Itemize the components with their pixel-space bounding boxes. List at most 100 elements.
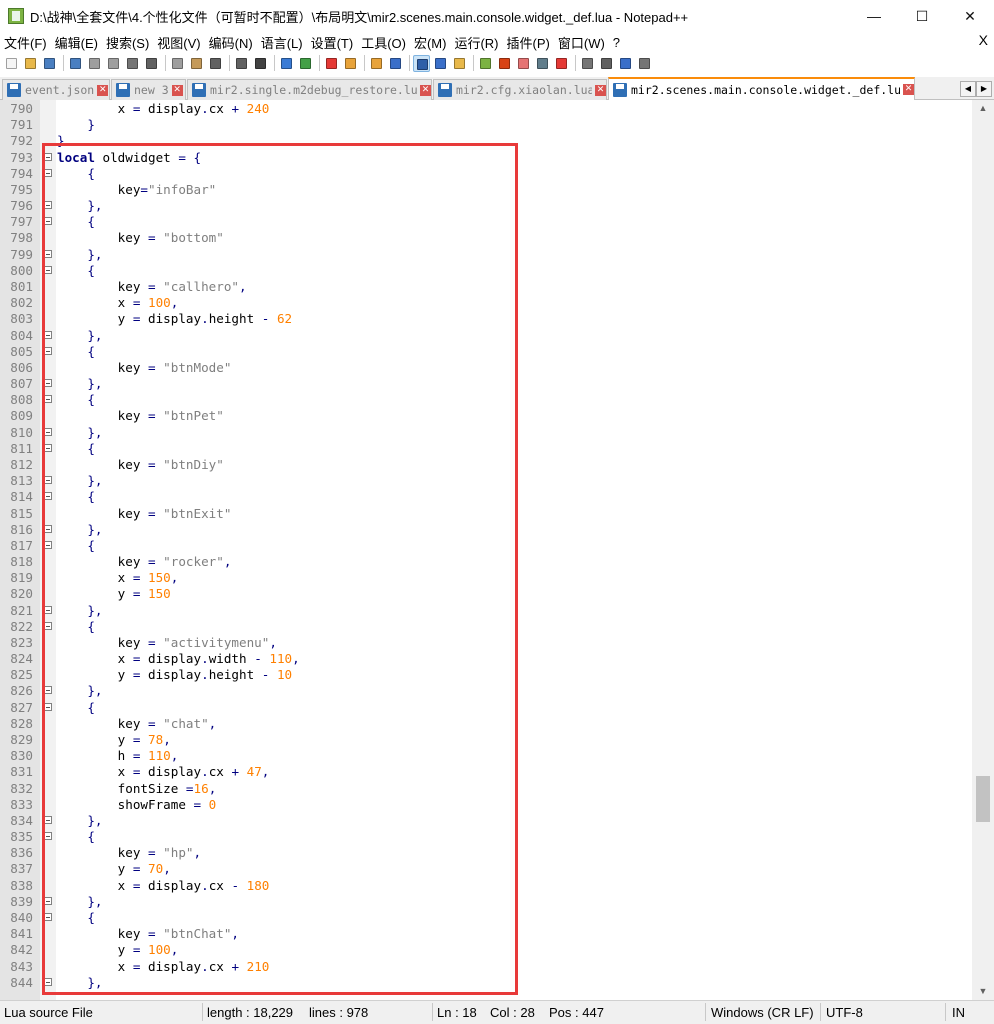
word-wrap-button[interactable] (387, 55, 404, 72)
fold-toggle-icon[interactable] (44, 379, 52, 388)
scroll-down-icon[interactable]: ▼ (972, 983, 994, 1000)
maximize-button[interactable]: ☐ (898, 0, 946, 32)
fold-toggle-icon[interactable] (44, 476, 52, 485)
close-window-button[interactable]: ✕ (946, 0, 994, 32)
line-number: 828 (10, 715, 33, 731)
indent-guide-button[interactable] (432, 55, 449, 72)
tab-close-icon[interactable]: ✕ (97, 84, 109, 96)
fold-toggle-icon[interactable] (44, 265, 52, 274)
print-button[interactable] (124, 55, 141, 72)
menu-search[interactable]: 搜索(S) (102, 33, 153, 52)
menu-run[interactable]: 运行(R) (450, 33, 502, 52)
tab-scroll-left-icon[interactable]: ◀ (960, 81, 976, 97)
fold-toggle-icon[interactable] (44, 249, 52, 258)
zoom-in-button[interactable] (297, 55, 314, 72)
code-line: 835 { (0, 829, 972, 845)
fold-toggle-icon[interactable] (44, 346, 52, 355)
fold-toggle-icon[interactable] (44, 524, 52, 533)
tab-widget-def-active[interactable]: mir2.scenes.main.console.widget._def.lua… (608, 77, 915, 100)
fold-toggle-icon[interactable] (44, 168, 52, 177)
fold-toggle-icon[interactable] (44, 832, 52, 841)
menu-edit[interactable]: 编辑(E) (51, 33, 102, 52)
find-button[interactable] (252, 55, 269, 72)
cut-button[interactable] (143, 55, 160, 72)
zoom-out-button[interactable] (323, 55, 340, 72)
code-line: 820 y = 150 (0, 586, 972, 602)
fold-toggle-icon[interactable] (44, 217, 52, 226)
minimize-button[interactable]: — (850, 0, 898, 32)
show-all-chars-button[interactable] (413, 54, 430, 72)
code-text: y = 70, (117, 861, 171, 877)
fold-toggle-icon[interactable] (44, 201, 52, 210)
menu-plugins[interactable]: 插件(P) (503, 33, 554, 52)
fold-toggle-icon[interactable] (44, 896, 52, 905)
language-button[interactable] (451, 55, 468, 72)
scrollbar-thumb[interactable] (976, 776, 990, 822)
code-editor[interactable]: 790 x = display.cx + 240 791 } 792} 793 loca… (0, 100, 994, 1000)
function-list-button[interactable] (496, 55, 513, 72)
doc-map-button[interactable] (477, 55, 494, 72)
fold-toggle-icon[interactable] (44, 977, 52, 986)
new-file-button[interactable] (3, 55, 20, 72)
fold-toggle-icon[interactable] (44, 815, 52, 824)
close-document-button[interactable]: X (979, 32, 988, 48)
menu-file[interactable]: 文件(F) (0, 33, 51, 52)
line-number: 844 (10, 974, 33, 990)
run-macro-multiple-button[interactable] (617, 55, 634, 72)
fold-toggle-icon[interactable] (44, 605, 52, 614)
play-macro-button[interactable] (598, 55, 615, 72)
fold-toggle-icon[interactable] (44, 395, 52, 404)
redo-button[interactable] (233, 55, 250, 72)
fold-toggle-icon[interactable] (44, 152, 52, 161)
undo-button[interactable] (207, 55, 224, 72)
record-macro-button[interactable] (553, 55, 570, 72)
line-number: 826 (10, 683, 33, 699)
menu-tools[interactable]: 工具(O) (357, 33, 410, 52)
menu-help[interactable]: ? (609, 35, 624, 50)
tab-close-icon[interactable]: ✕ (171, 84, 183, 96)
tab-close-icon[interactable]: ✕ (420, 84, 431, 96)
fold-toggle-icon[interactable] (44, 427, 52, 436)
save-all-button[interactable] (67, 55, 84, 72)
sync-vertical-button[interactable] (342, 55, 359, 72)
save-icon (44, 57, 55, 69)
replace-button[interactable] (278, 55, 295, 72)
close-all-button[interactable] (105, 55, 122, 72)
menu-language[interactable]: 语言(L) (257, 33, 307, 52)
monitoring-button[interactable] (534, 55, 551, 72)
sync-horizontal-button[interactable] (368, 55, 385, 72)
fold-toggle-icon[interactable] (44, 492, 52, 501)
copy-button[interactable] (169, 55, 186, 72)
vertical-scrollbar[interactable]: ▲ ▼ (972, 100, 994, 1000)
menu-macro[interactable]: 宏(M) (410, 33, 451, 52)
tab-close-icon[interactable]: ✕ (903, 84, 914, 95)
line-number: 823 (10, 634, 33, 650)
fold-toggle-icon[interactable] (44, 686, 52, 695)
tab-event-json[interactable]: event.json ✕ (2, 79, 110, 100)
fold-toggle-icon[interactable] (44, 540, 52, 549)
fold-toggle-icon[interactable] (44, 330, 52, 339)
tab-new-3[interactable]: new 3 ✕ (111, 79, 186, 100)
tab-m2debug-restore[interactable]: mir2.single.m2debug_restore.lua ✕ (187, 79, 432, 100)
scroll-up-icon[interactable]: ▲ (972, 100, 994, 117)
fold-toggle-icon[interactable] (44, 621, 52, 630)
tab-scroll-right-icon[interactable]: ▶ (976, 81, 992, 97)
menu-view[interactable]: 视图(V) (153, 33, 204, 52)
tab-cfg-xiaolan[interactable]: mir2.cfg.xiaolan.lua ✕ (433, 79, 607, 100)
close-button[interactable] (86, 55, 103, 72)
paste-button[interactable] (188, 55, 205, 72)
fold-toggle-icon[interactable] (44, 913, 52, 921)
folder-workspace-button[interactable] (515, 55, 532, 72)
tab-close-icon[interactable]: ✕ (595, 84, 606, 96)
menu-window[interactable]: 窗口(W) (554, 33, 609, 52)
code-text: { (57, 392, 95, 408)
save-button[interactable] (41, 55, 58, 72)
stop-macro-button[interactable] (579, 55, 596, 72)
open-file-button[interactable] (22, 55, 39, 72)
menu-settings[interactable]: 设置(T) (307, 33, 358, 52)
fold-toggle-icon[interactable] (44, 443, 52, 452)
menu-encoding[interactable]: 编码(N) (205, 33, 257, 52)
fold-toggle-icon[interactable] (44, 702, 52, 711)
toolbar-separator (63, 55, 64, 71)
save-macro-button[interactable] (636, 55, 653, 72)
